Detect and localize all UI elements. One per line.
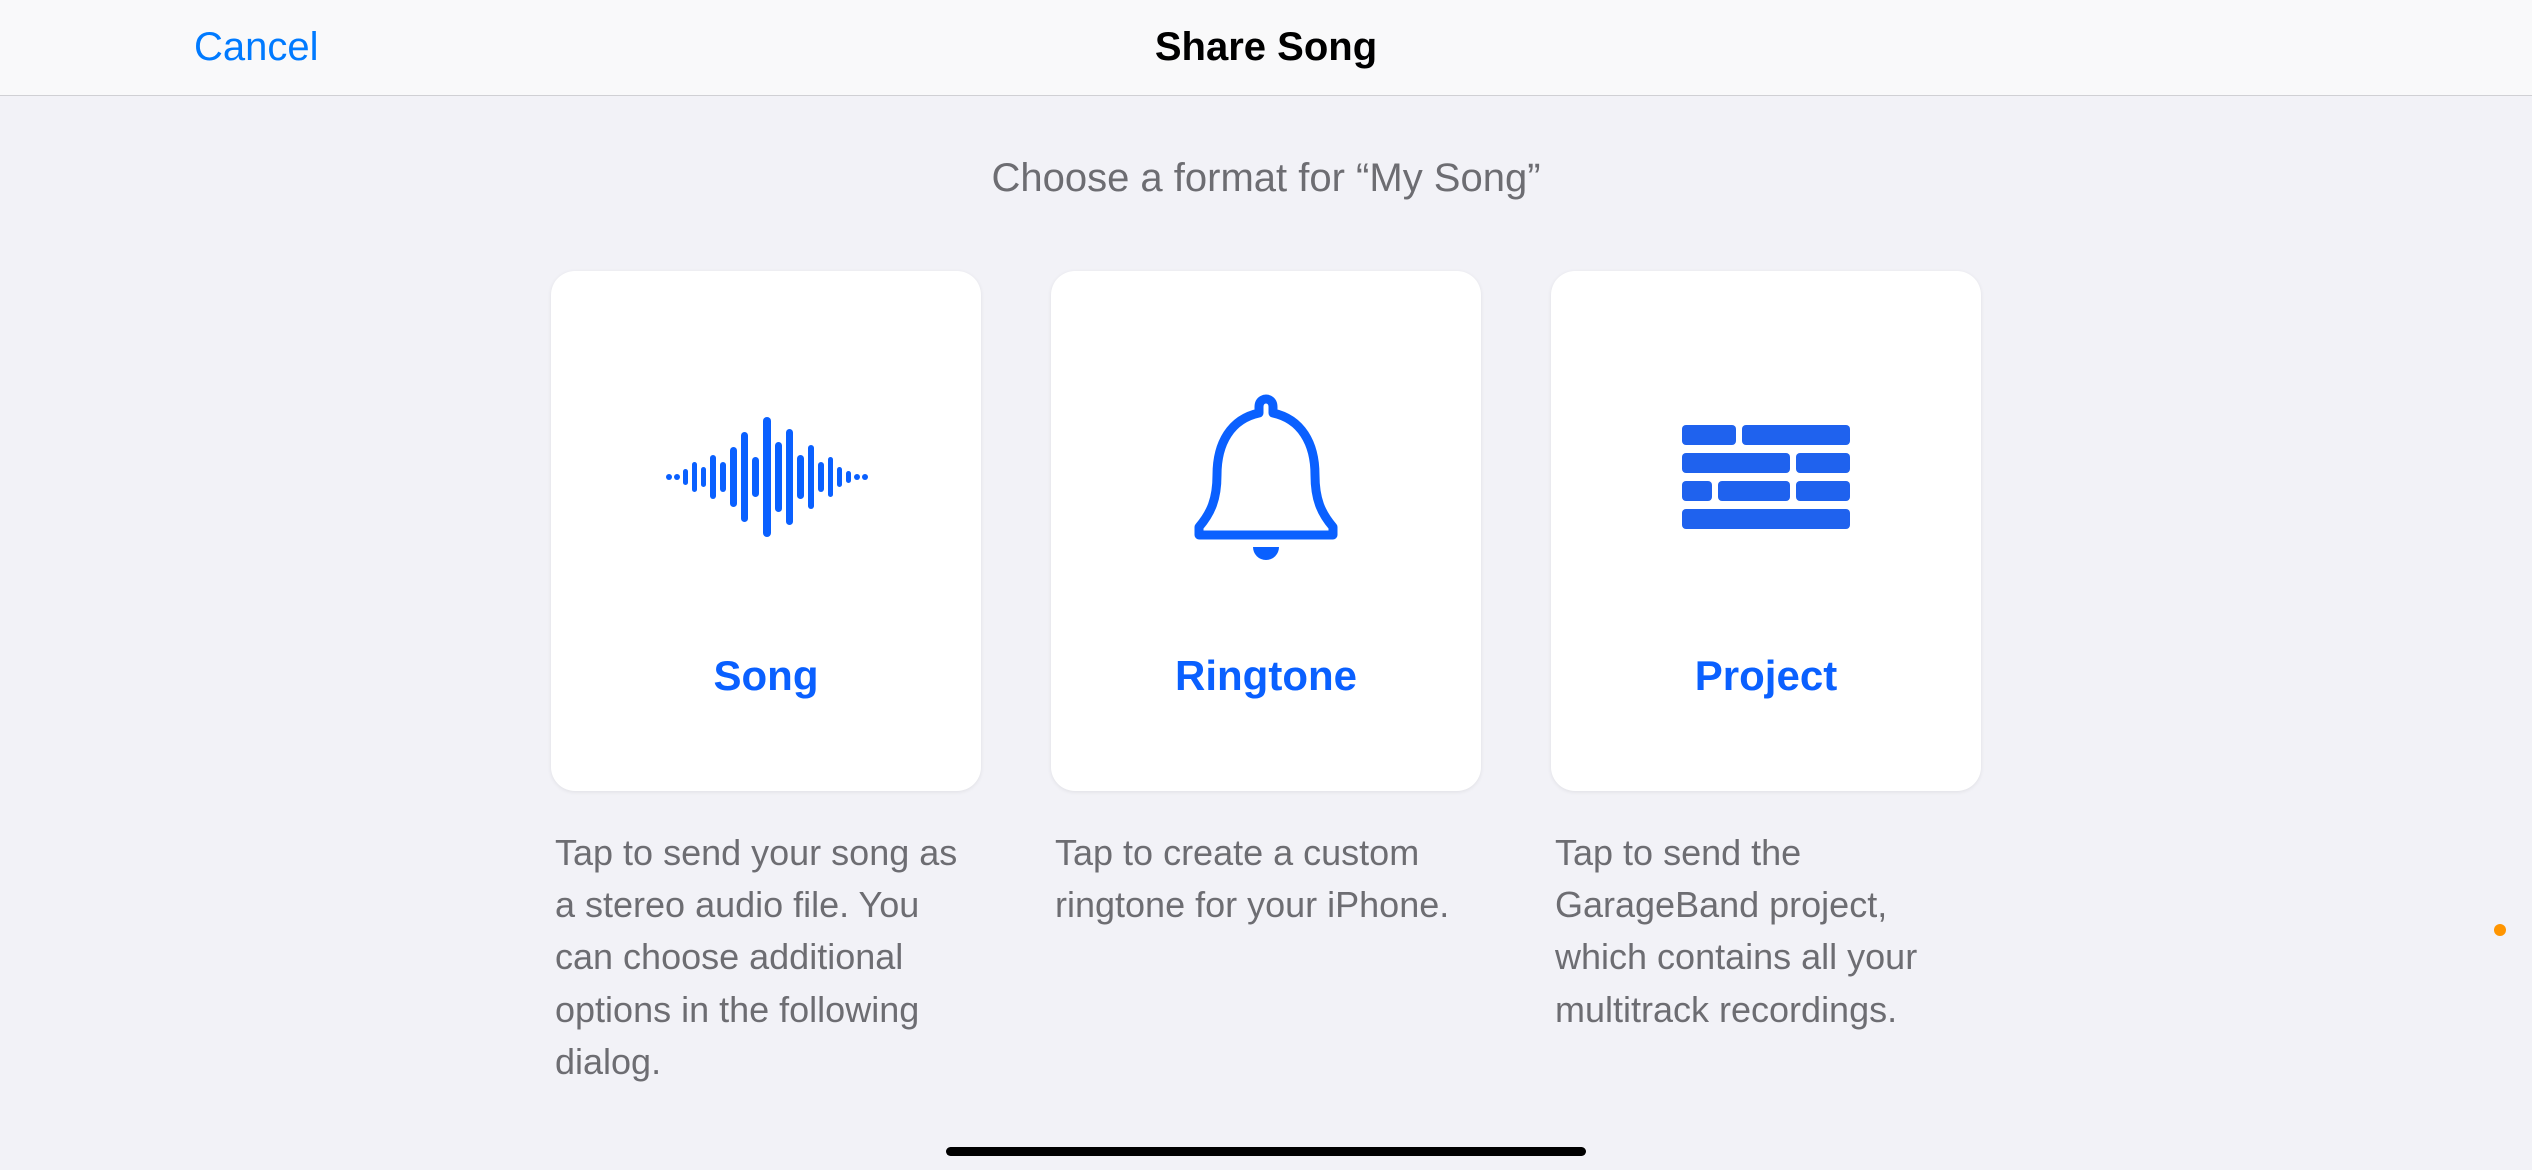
option-song-wrapper: Song Tap to send your song as a stereo a… bbox=[551, 271, 981, 1088]
option-project-wrapper: Project Tap to send the GarageBand proje… bbox=[1551, 271, 1981, 1088]
waveform-icon bbox=[661, 362, 871, 592]
cancel-button[interactable]: Cancel bbox=[194, 25, 319, 70]
option-ringtone-description: Tap to create a custom ringtone for your… bbox=[1051, 827, 1481, 931]
option-project-card[interactable]: Project bbox=[1551, 271, 1981, 791]
option-ringtone-card[interactable]: Ringtone bbox=[1051, 271, 1481, 791]
side-indicator-dot bbox=[2494, 924, 2506, 936]
format-options-row: Song Tap to send your song as a stereo a… bbox=[0, 271, 2532, 1088]
option-ringtone-wrapper: Ringtone Tap to create a custom ringtone… bbox=[1051, 271, 1481, 1088]
home-indicator[interactable] bbox=[946, 1147, 1586, 1156]
bell-icon bbox=[1181, 362, 1351, 592]
format-prompt: Choose a format for “My Song” bbox=[0, 156, 2532, 201]
option-ringtone-label: Ringtone bbox=[1175, 652, 1357, 700]
option-song-card[interactable]: Song bbox=[551, 271, 981, 791]
option-song-description: Tap to send your song as a stereo audio … bbox=[551, 827, 981, 1088]
content-area: Choose a format for “My Song” bbox=[0, 96, 2532, 1088]
multitrack-icon bbox=[1676, 362, 1856, 592]
option-song-label: Song bbox=[714, 652, 819, 700]
page-title: Share Song bbox=[1155, 25, 1377, 70]
option-project-label: Project bbox=[1695, 652, 1837, 700]
option-project-description: Tap to send the GarageBand project, whic… bbox=[1551, 827, 1981, 1036]
header-bar: Cancel Share Song bbox=[0, 0, 2532, 96]
